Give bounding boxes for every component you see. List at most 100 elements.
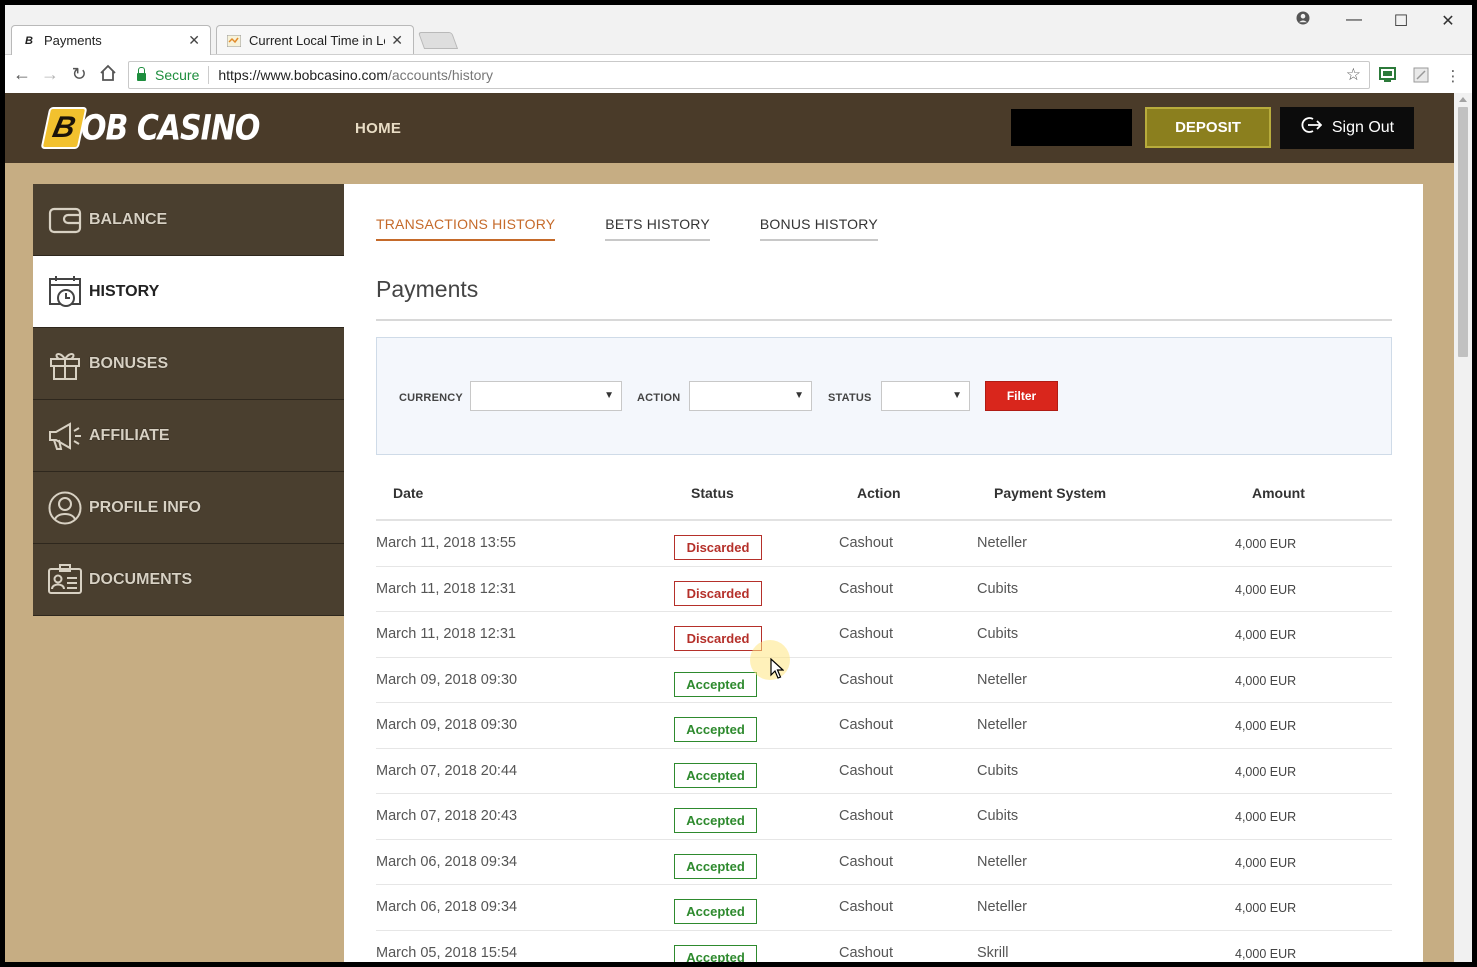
row-payment-system: Cubits xyxy=(977,580,1019,597)
row-action: Cashout xyxy=(839,899,894,915)
row-payment-system: Cubits xyxy=(977,762,1019,779)
action-label: ACTION xyxy=(637,392,681,404)
sidebar-item-profile-info[interactable]: PROFILE INFO xyxy=(33,472,344,544)
table-row: March 11, 2018 12:31 Discarded Cashout C… xyxy=(376,567,1392,612)
column-header-payment-system: Payment System xyxy=(994,485,1107,501)
sidebar-item-bonuses[interactable]: BONUSES xyxy=(33,328,344,400)
minimize-icon[interactable]: — xyxy=(1339,11,1369,29)
sidebar-item-label: PROFILE INFO xyxy=(89,498,201,516)
nav-home-link[interactable]: HOME xyxy=(355,120,401,137)
row-action: Cashout xyxy=(839,717,894,733)
address-separator xyxy=(208,66,210,84)
action-select[interactable]: ▼ xyxy=(689,381,812,411)
filter-panel: CURRENCY ▼ ACTION ▼ STATUS ▼ Filter xyxy=(376,337,1392,455)
row-amount: 4,000 EUR xyxy=(1235,901,1297,915)
table-row: March 07, 2018 20:44 Accepted Cashout Cu… xyxy=(376,749,1392,794)
browser-tab-local-time[interactable]: Current Local Time in Lor ✕ xyxy=(216,25,414,55)
main-content: TRANSACTIONS HISTORY BETS HISTORY BONUS … xyxy=(344,184,1423,962)
lock-icon xyxy=(137,67,146,81)
bookmark-star-icon[interactable]: ☆ xyxy=(1346,65,1361,85)
status-select[interactable]: ▼ xyxy=(881,381,970,411)
row-action: Cashout xyxy=(839,944,894,961)
sidebar-item-label: HISTORY xyxy=(89,282,160,300)
account-sidebar: BALANCE HISTORY BONUSES AFFILIATE PROFIL… xyxy=(33,184,344,616)
profile-icon[interactable] xyxy=(1288,11,1318,30)
close-tab-icon[interactable]: ✕ xyxy=(188,32,200,49)
user-circle-icon xyxy=(45,488,85,528)
row-payment-system: Skrill xyxy=(977,944,1009,961)
bob-casino-favicon-icon: B xyxy=(25,34,33,47)
row-payment-system: Neteller xyxy=(977,535,1027,551)
history-tabs: TRANSACTIONS HISTORY BETS HISTORY BONUS … xyxy=(376,216,928,241)
dropdown-caret-icon: ▼ xyxy=(952,390,962,401)
row-amount: 4,000 EUR xyxy=(1235,946,1297,961)
page: B OB CASINO HOME DEPOSIT Sign Out BALANC… xyxy=(5,93,1454,962)
url-host: https://www.bobcasino.com xyxy=(218,67,388,83)
back-arrow-icon[interactable]: ← xyxy=(10,64,34,84)
status-badge: Accepted xyxy=(674,717,757,742)
tab-bets-history[interactable]: BETS HISTORY xyxy=(605,216,710,241)
page-scrollbar[interactable] xyxy=(1454,93,1472,962)
browser-menu-icon[interactable]: ⋮ xyxy=(1442,67,1464,85)
tab-bonus-history[interactable]: BONUS HISTORY xyxy=(759,216,878,241)
currency-select[interactable]: ▼ xyxy=(470,381,622,411)
address-bar[interactable]: Secure https://www.bobcasino.com /accoun… xyxy=(128,61,1370,89)
sidebar-item-history[interactable]: HISTORY xyxy=(33,256,344,328)
status-badge: Discarded xyxy=(674,535,762,560)
row-date: March 05, 2018 15:54 xyxy=(376,944,518,961)
bob-casino-logo[interactable]: B OB CASINO xyxy=(40,103,260,153)
maximize-icon[interactable]: ☐ xyxy=(1386,11,1416,31)
scroll-up-arrow-icon[interactable] xyxy=(1459,97,1467,102)
sidebar-item-documents[interactable]: DOCUMENTS xyxy=(33,544,344,616)
status-badge: Discarded xyxy=(674,580,762,606)
page-title: Payments xyxy=(376,276,479,302)
new-tab-button[interactable] xyxy=(417,32,459,49)
table-row: March 09, 2018 09:30 Accepted Cashout Ne… xyxy=(376,703,1392,749)
filter-button[interactable]: Filter xyxy=(985,381,1058,411)
browser-tab-payments[interactable]: B Payments ✕ xyxy=(11,25,211,55)
row-payment-system: Neteller xyxy=(977,717,1027,733)
row-amount: 4,000 EUR xyxy=(1235,673,1297,688)
id-card-icon xyxy=(45,560,85,600)
sidebar-item-affiliate[interactable]: AFFILIATE xyxy=(33,400,344,472)
row-action: Cashout xyxy=(839,762,894,779)
pdf-extension-icon[interactable] xyxy=(1410,67,1432,87)
scrollbar-thumb[interactable] xyxy=(1458,107,1468,357)
close-tab-icon[interactable]: ✕ xyxy=(391,32,403,49)
table-row: March 11, 2018 12:31 Discarded Cashout C… xyxy=(376,612,1392,658)
row-amount: 4,000 EUR xyxy=(1235,628,1297,642)
row-date: March 06, 2018 09:34 xyxy=(376,899,518,915)
row-date: March 06, 2018 09:34 xyxy=(376,853,518,870)
status-badge: Accepted xyxy=(674,671,757,697)
title-divider xyxy=(376,319,1392,321)
row-amount: 4,000 EUR xyxy=(1235,764,1297,779)
row-amount: 4,000 EUR xyxy=(1235,810,1297,824)
status-badge: Accepted xyxy=(674,899,757,924)
row-date: March 07, 2018 20:44 xyxy=(376,762,518,779)
row-date: March 09, 2018 09:30 xyxy=(376,671,518,688)
gift-icon xyxy=(45,344,85,384)
tab-transactions-history[interactable]: TRANSACTIONS HISTORY xyxy=(376,216,556,241)
close-window-icon[interactable]: ✕ xyxy=(1433,11,1463,31)
reload-icon[interactable]: ↻ xyxy=(67,64,91,84)
forward-arrow-icon[interactable]: → xyxy=(38,64,62,84)
wallet-icon xyxy=(45,200,85,240)
deposit-button[interactable]: DEPOSIT xyxy=(1145,107,1271,148)
sign-out-label: Sign Out xyxy=(1331,119,1395,136)
sign-out-button[interactable]: Sign Out xyxy=(1280,107,1414,149)
row-action: Cashout xyxy=(839,808,894,824)
row-payment-system: Neteller xyxy=(977,899,1027,915)
row-action: Cashout xyxy=(839,535,894,551)
sidebar-item-balance[interactable]: BALANCE xyxy=(33,184,344,256)
status-badge: Accepted xyxy=(674,762,757,788)
tab-strip: B Payments ✕ Current Local Time in Lor ✕… xyxy=(5,5,1472,55)
tab-title: Current Local Time in Lor xyxy=(249,33,386,48)
column-header-status: Status xyxy=(691,485,734,501)
column-header-action: Action xyxy=(857,485,901,501)
sign-out-icon xyxy=(1300,116,1323,140)
extension-icon[interactable] xyxy=(1376,67,1398,86)
sidebar-item-label: BALANCE xyxy=(89,210,168,228)
home-icon[interactable] xyxy=(96,64,120,86)
row-payment-system: Cubits xyxy=(977,626,1019,642)
row-amount: 4,000 EUR xyxy=(1235,855,1297,870)
